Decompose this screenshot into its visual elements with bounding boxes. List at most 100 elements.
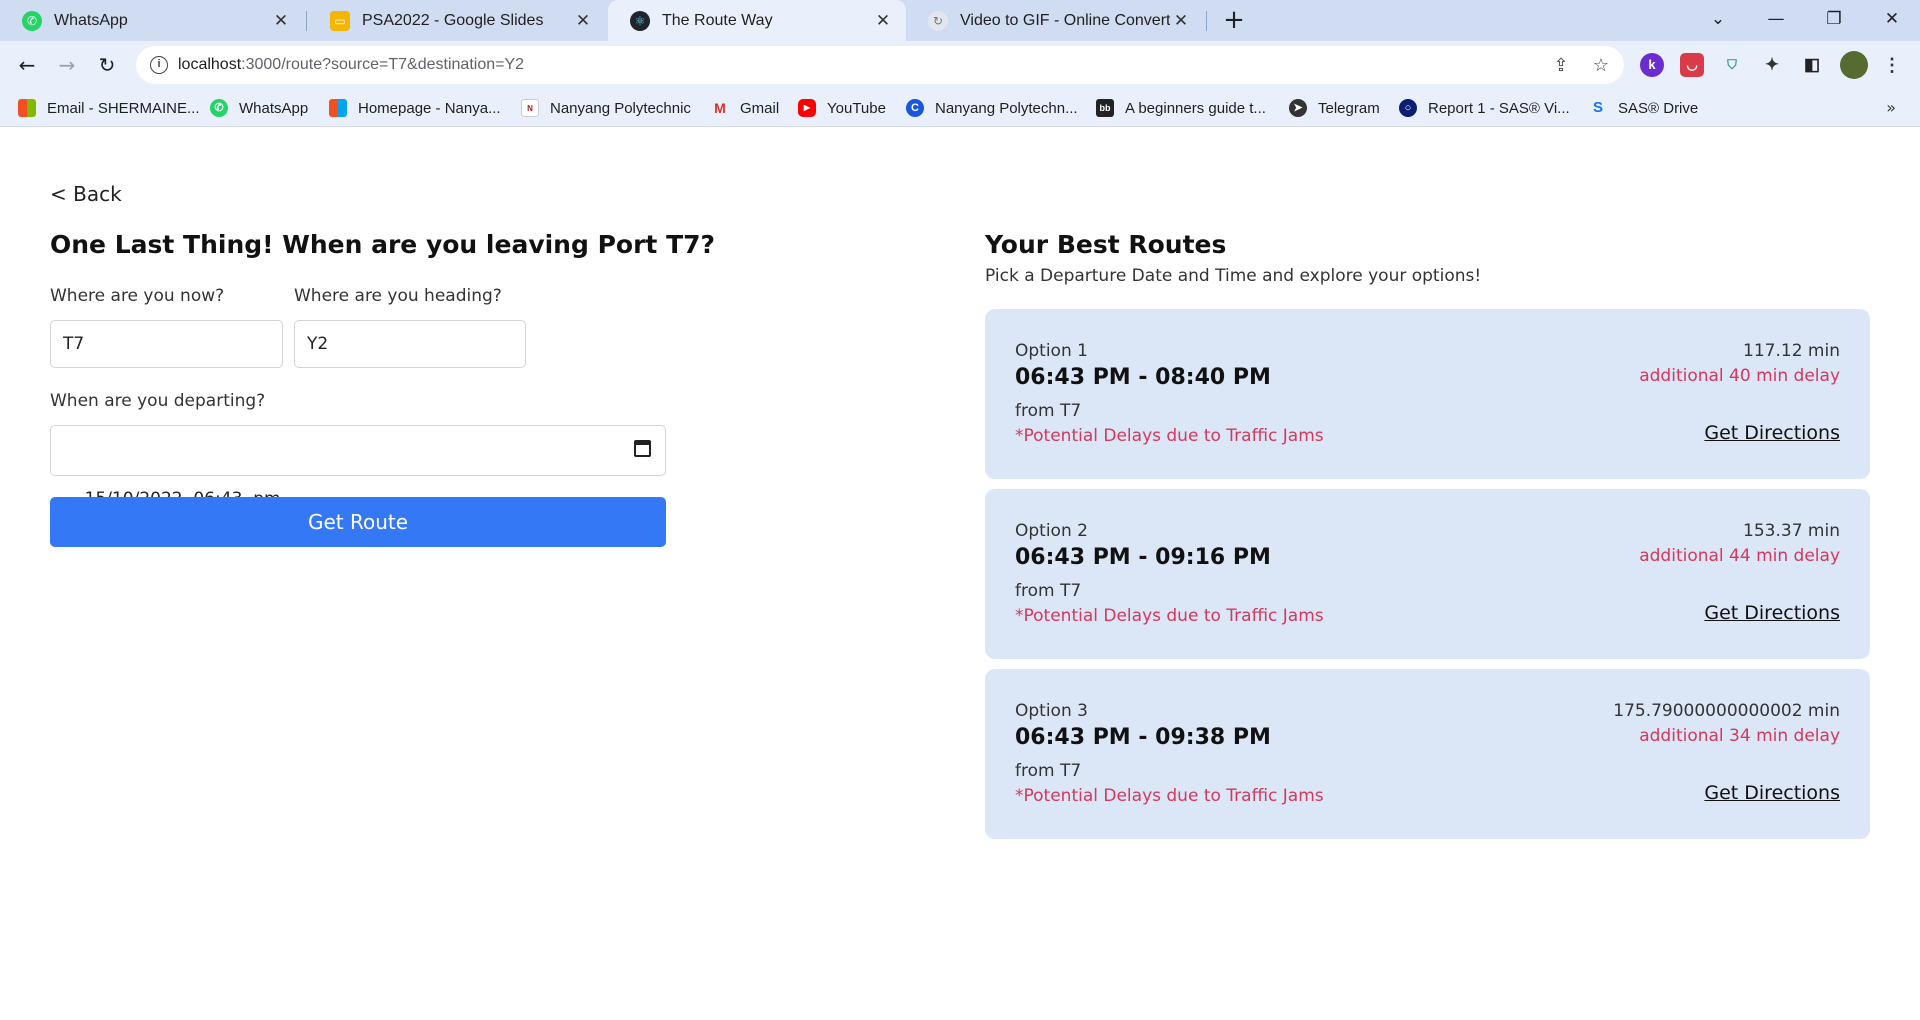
bookmark-sas-drive[interactable]: S SAS® Drive <box>1589 89 1698 127</box>
menu-kebab-icon[interactable]: ⋮ <box>1880 53 1904 77</box>
route-option-card: Option 1 06:43 PM - 08:40 PM from T7 *Po… <box>985 309 1870 479</box>
bookmark-telegram[interactable]: ➤ Telegram <box>1289 89 1380 127</box>
nyp-icon: N <box>521 99 539 117</box>
option-from: from T7 <box>1015 401 1082 421</box>
tab-title: WhatsApp <box>54 11 128 29</box>
restore-icon[interactable]: ❐ <box>1806 0 1862 38</box>
profile-avatar[interactable] <box>1840 51 1868 79</box>
bookmark-homepage[interactable]: Homepage - Nanya... <box>329 89 501 127</box>
bookmark-email[interactable]: Email - SHERMAINE... <box>18 89 200 127</box>
option-delay: additional 40 min delay <box>1639 366 1840 386</box>
info-icon[interactable]: i <box>150 56 168 74</box>
get-route-button[interactable]: Get Route <box>50 497 666 547</box>
calendar-icon[interactable] <box>634 440 651 457</box>
tab-title: The Route Way <box>662 11 773 29</box>
bookmark-sas-report[interactable]: ○ Report 1 - SAS® Vi... <box>1399 89 1570 127</box>
reload-icon[interactable]: ↻ <box>91 49 123 81</box>
option-warning: *Potential Delays due to Traffic Jams <box>1015 786 1324 806</box>
bookmark-label: WhatsApp <box>239 99 309 117</box>
option-duration: 175.79000000000002 min <box>1613 701 1840 721</box>
bookmark-beginners-guide[interactable]: bb A beginners guide t... <box>1096 89 1266 127</box>
option-time: 06:43 PM - 09:38 PM <box>1015 725 1271 750</box>
side-panel-icon[interactable]: ◧ <box>1800 53 1824 77</box>
forward-arrow-icon[interactable]: → <box>51 49 83 81</box>
departure-label: When are you departing? <box>50 391 266 411</box>
bookmark-youtube[interactable]: ▶ YouTube <box>798 89 886 127</box>
url-text[interactable]: localhost:3000/route?source=T7&destinati… <box>178 46 524 84</box>
get-directions-link[interactable]: Get Directions <box>1704 602 1840 624</box>
bookmark-label: Telegram <box>1318 99 1380 117</box>
address-bar[interactable]: i localhost:3000/route?source=T7&destina… <box>136 46 1624 84</box>
slides-icon: ▭ <box>330 10 350 31</box>
bookmark-label: YouTube <box>827 99 886 117</box>
bookmark-label: Report 1 - SAS® Vi... <box>1428 99 1570 117</box>
sas-drive-icon: S <box>1592 99 1603 116</box>
option-from: from T7 <box>1015 761 1082 781</box>
bookmark-star-icon[interactable]: ☆ <box>1590 55 1612 77</box>
share-icon[interactable]: ⇪ <box>1550 55 1572 77</box>
close-icon[interactable]: ✕ <box>270 11 292 31</box>
tab-divider <box>1206 11 1207 31</box>
routes-title: Your Best Routes <box>985 230 1227 259</box>
source-label: Where are you now? <box>50 286 225 306</box>
shield-extension-icon[interactable]: ⛉ <box>1720 53 1744 77</box>
close-icon[interactable]: ✕ <box>872 11 894 31</box>
pocket-extension-icon[interactable]: ◡ <box>1680 53 1704 77</box>
close-icon[interactable]: ✕ <box>1170 11 1192 31</box>
k-extension-icon[interactable]: k <box>1640 53 1664 77</box>
route-page: < Back One Last Thing! When are you leav… <box>0 128 1920 1020</box>
option-from: from T7 <box>1015 581 1082 601</box>
get-directions-link[interactable]: Get Directions <box>1704 422 1840 444</box>
bookmark-whatsapp[interactable]: ✆ WhatsApp <box>210 89 308 127</box>
option-delay: additional 44 min delay <box>1639 546 1840 566</box>
browser-toolbar: ← → ↻ i localhost:3000/route?source=T7&d… <box>0 41 1920 89</box>
whatsapp-icon: ✆ <box>22 10 42 31</box>
routes-subtitle: Pick a Departure Date and Time and explo… <box>985 266 1482 286</box>
bookmark-label: Nanyang Polytechnic <box>550 99 691 117</box>
back-link[interactable]: < Back <box>50 182 122 206</box>
tab-whatsapp[interactable]: ✆ WhatsApp ✕ <box>0 0 304 41</box>
option-duration: 153.37 min <box>1743 521 1840 541</box>
destination-label: Where are you heading? <box>294 286 502 306</box>
departure-datetime-input[interactable]: 15/10/2022 06:43 pm <box>50 425 666 509</box>
tab-video-to-gif[interactable]: ↻ Video to GIF - Online Converter ✕ <box>906 0 1204 41</box>
bookmarks-overflow-icon[interactable]: » <box>1886 89 1896 127</box>
destination-input[interactable]: Y2 <box>294 320 526 368</box>
bookmark-nyp-c[interactable]: C Nanyang Polytechn... <box>906 89 1078 127</box>
bookmark-nyp[interactable]: N Nanyang Polytechnic <box>521 89 691 127</box>
option-warning: *Potential Delays due to Traffic Jams <box>1015 426 1324 446</box>
option-delay: additional 34 min delay <box>1639 726 1840 746</box>
close-icon[interactable]: ✕ <box>572 11 594 31</box>
source-input[interactable]: T7 <box>50 320 283 368</box>
option-warning: *Potential Delays due to Traffic Jams <box>1015 606 1324 626</box>
tab-title: Video to GIF - Online Converter <box>960 11 1170 29</box>
bookmark-gmail[interactable]: M Gmail <box>711 89 779 127</box>
minimize-icon[interactable]: — <box>1748 0 1804 38</box>
tab-title: PSA2022 - Google Slides <box>362 11 544 29</box>
microsoft-icon <box>329 99 347 117</box>
option-label: Option 1 <box>1015 341 1088 361</box>
route-option-card: Option 2 06:43 PM - 09:16 PM from T7 *Po… <box>985 489 1870 659</box>
page-heading: One Last Thing! When are you leaving Por… <box>50 230 716 259</box>
bookmark-label: Email - SHERMAINE... <box>47 99 200 117</box>
option-time: 06:43 PM - 08:40 PM <box>1015 365 1271 390</box>
option-label: Option 3 <box>1015 701 1088 721</box>
tab-route-way[interactable]: ⚛ The Route Way ✕ <box>608 0 906 41</box>
back-arrow-icon[interactable]: ← <box>11 49 43 81</box>
extensions-puzzle-icon[interactable]: ✦ <box>1760 53 1784 77</box>
get-directions-link[interactable]: Get Directions <box>1704 782 1840 804</box>
tab-strip: ✆ WhatsApp ✕ ▭ PSA2022 - Google Slides ✕… <box>0 0 1920 41</box>
bookmark-label: Nanyang Polytechn... <box>935 99 1078 117</box>
converter-icon: ↻ <box>928 10 948 31</box>
option-time: 06:43 PM - 09:16 PM <box>1015 545 1271 570</box>
whatsapp-icon: ✆ <box>210 99 228 117</box>
c-icon: C <box>906 99 924 117</box>
url-host: localhost <box>178 56 242 73</box>
tab-search-chevron-icon[interactable]: ⌄ <box>1690 0 1746 38</box>
new-tab-button[interactable]: + <box>1219 5 1249 35</box>
react-icon: ⚛ <box>630 10 650 31</box>
window-close-icon[interactable]: ✕ <box>1864 0 1920 38</box>
option-label: Option 2 <box>1015 521 1088 541</box>
tab-google-slides[interactable]: ▭ PSA2022 - Google Slides ✕ <box>308 0 606 41</box>
youtube-icon: ▶ <box>798 99 816 117</box>
